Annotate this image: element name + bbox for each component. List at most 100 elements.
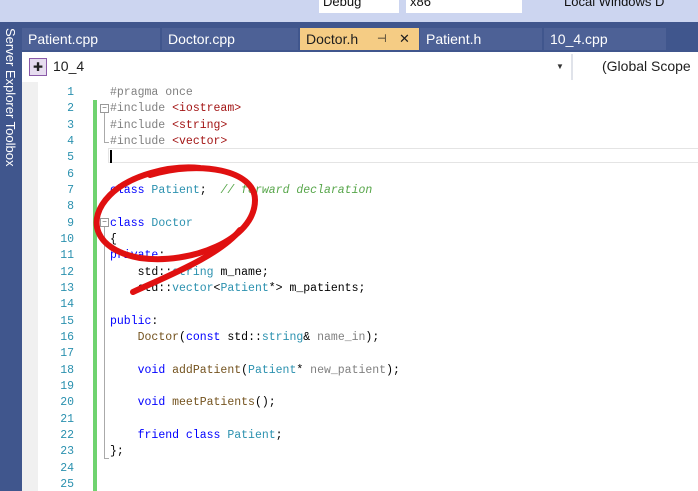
code-token: #pragma once xyxy=(110,86,193,99)
code-token: Doctor xyxy=(151,216,193,230)
code-editor[interactable]: − − 1 #pragma once 2 #include <iostream> 3 #i… xyxy=(22,82,698,491)
code-line[interactable]: #include <vector> xyxy=(110,135,227,148)
code-line[interactable]: #include <iostream> xyxy=(110,102,241,115)
code-token: ; xyxy=(275,428,283,442)
code-token: m_name; xyxy=(213,265,269,279)
scope-dropdown[interactable]: (Global Scope xyxy=(602,58,691,74)
code-token: Patient xyxy=(151,183,200,197)
chevron-down-icon[interactable]: ▼ xyxy=(556,62,564,71)
line-number: 1 xyxy=(67,86,74,99)
change-tracking-bar xyxy=(93,100,97,491)
tab-doctor-cpp[interactable]: Doctor.cpp xyxy=(162,28,298,50)
code-token: <vector> xyxy=(172,134,228,148)
fold-guide xyxy=(104,113,109,143)
tab-label: 10_4.cpp xyxy=(550,31,608,47)
tab-label: Doctor.h xyxy=(306,31,359,47)
code-token: Patient xyxy=(227,428,276,442)
platform-select[interactable]: x86 xyxy=(405,0,523,14)
tab-patient-cpp[interactable]: Patient.cpp xyxy=(22,28,160,50)
code-token: }; xyxy=(110,445,124,459)
code-token: : xyxy=(151,314,159,328)
line-number: 4 xyxy=(67,134,74,148)
code-token: void xyxy=(137,396,173,410)
code-line[interactable]: { xyxy=(110,233,117,246)
code-token: class xyxy=(185,428,228,442)
code-token: string xyxy=(172,265,214,279)
code-token: & xyxy=(303,330,318,344)
current-line-highlight xyxy=(108,148,698,163)
code-token: public xyxy=(110,314,152,328)
collapse-icon[interactable]: − xyxy=(100,218,109,227)
code-token: ; xyxy=(199,183,221,197)
code-token: { xyxy=(110,232,117,246)
code-token: friend xyxy=(137,428,186,442)
code-line[interactable]: }; xyxy=(110,445,124,458)
tab-label: Patient.cpp xyxy=(28,31,99,47)
code-token: addPatient xyxy=(172,363,242,377)
divider xyxy=(571,54,573,80)
code-token: std:: xyxy=(110,281,173,295)
code-token: Patient xyxy=(248,363,297,377)
tab-10-4-cpp[interactable]: 10_4.cpp xyxy=(544,28,666,50)
code-line[interactable]: std::string m_name; xyxy=(110,266,269,279)
tab-label: Patient.h xyxy=(426,31,482,47)
code-token: const xyxy=(185,330,228,344)
line-number: 2 xyxy=(67,102,74,116)
code-token: std:: xyxy=(110,265,173,279)
code-line[interactable]: #include <string> xyxy=(110,119,227,132)
code-token: class xyxy=(110,216,152,230)
server-explorer-toolbox-tabs[interactable]: Server Explorer Toolbox xyxy=(3,28,18,167)
code-line[interactable]: void addPatient(Patient* new_patient); xyxy=(110,364,400,377)
pin-icon[interactable]: ⊣ xyxy=(377,28,387,50)
line-number: 17 xyxy=(60,347,74,361)
code-line[interactable]: private: xyxy=(110,249,165,262)
code-token: class xyxy=(110,183,152,197)
code-token: ( xyxy=(179,330,186,344)
line-number: 6 xyxy=(67,167,74,181)
code-token: Doctor xyxy=(137,330,180,344)
code-token: string xyxy=(261,330,304,344)
close-icon[interactable]: ✕ xyxy=(399,28,410,50)
solution-config-select[interactable]: Debug xyxy=(318,0,400,14)
toolbar: Debug x86 Local Windows D xyxy=(0,0,698,22)
code-token: name_in xyxy=(317,330,366,344)
text-caret xyxy=(110,150,112,163)
code-line[interactable]: friend class Patient; xyxy=(110,429,283,442)
line-number: 15 xyxy=(60,314,74,328)
code-token: #include xyxy=(110,134,173,148)
code-token: * xyxy=(296,363,311,377)
line-number: 9 xyxy=(67,216,74,230)
code-token: : xyxy=(158,249,166,263)
code-line[interactable]: std::vector<Patient*> m_patients; xyxy=(110,281,366,295)
code-token: #include xyxy=(110,118,173,132)
code-token: new_patient xyxy=(310,363,387,377)
line-number: 18 xyxy=(60,363,74,377)
code-line[interactable]: void meetPatients(); xyxy=(110,396,276,409)
code-token: meetPatients xyxy=(172,396,255,410)
code-token: <iostream> xyxy=(172,102,242,116)
run-debugger-button[interactable]: Local Windows D xyxy=(564,0,664,9)
code-token: ( xyxy=(241,363,249,377)
line-number: 16 xyxy=(60,330,74,344)
code-token: <string> xyxy=(172,118,228,132)
code-line[interactable]: class Doctor xyxy=(110,217,193,230)
project-dropdown[interactable]: 10_4 xyxy=(53,58,84,74)
code-line[interactable]: #pragma once xyxy=(110,86,193,99)
code-line[interactable]: Doctor(const std::string& name_in); xyxy=(110,330,380,344)
code-line[interactable]: public: xyxy=(110,315,158,328)
code-token: std:: xyxy=(227,330,262,344)
code-token: #include xyxy=(110,102,173,116)
tab-patient-h[interactable]: Patient.h xyxy=(420,28,542,50)
tab-label: Doctor.cpp xyxy=(168,31,235,47)
code-token: private xyxy=(110,249,159,263)
tab-doctor-h[interactable]: Doctor.h ⊣ ✕ xyxy=(300,28,419,50)
collapse-icon[interactable]: − xyxy=(100,104,109,113)
code-line[interactable]: class Patient; // forward declaration xyxy=(110,184,372,197)
line-number: 7 xyxy=(67,183,74,197)
line-number: 11 xyxy=(60,249,74,263)
line-number: 5 xyxy=(67,151,74,165)
